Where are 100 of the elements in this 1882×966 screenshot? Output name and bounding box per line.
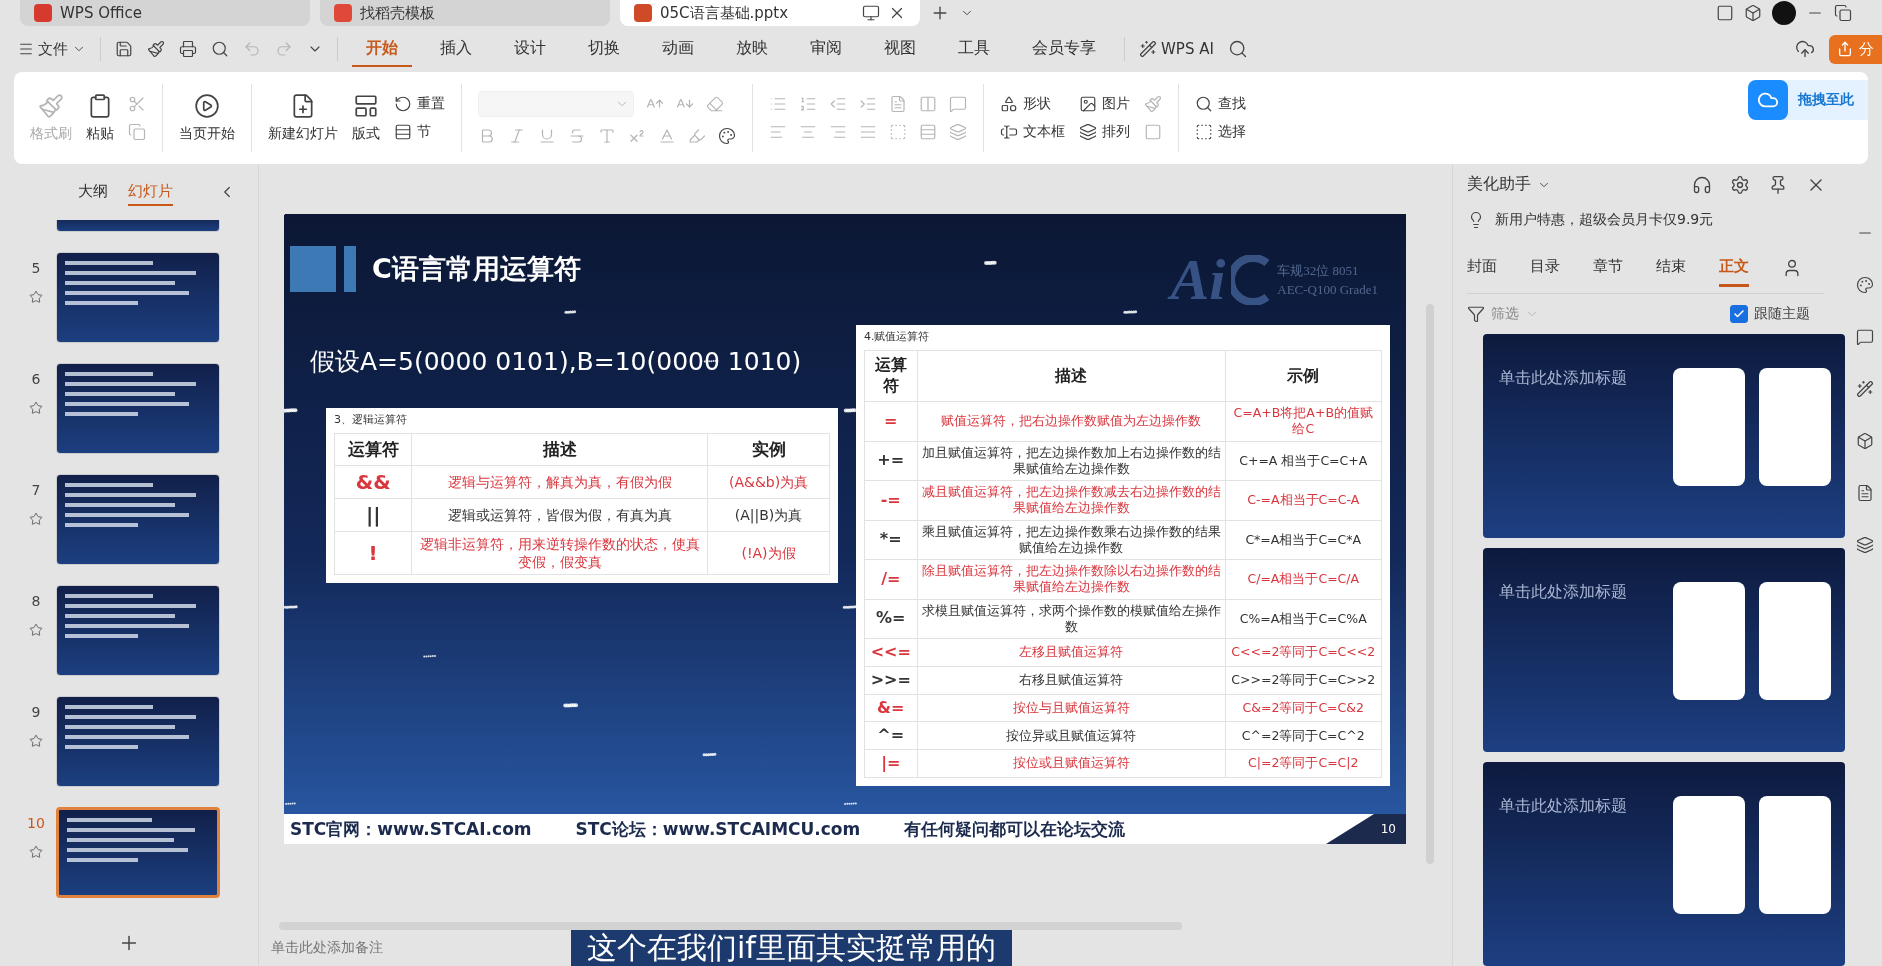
panel-tab[interactable]: 章节 bbox=[1593, 249, 1623, 288]
star-icon[interactable] bbox=[29, 401, 43, 415]
drop-zone[interactable]: 拖拽至此 bbox=[1748, 80, 1868, 120]
table-cell: && bbox=[334, 465, 412, 499]
template-title: 单击此处添加标题 bbox=[1499, 796, 1628, 817]
play-icon[interactable] bbox=[194, 93, 220, 119]
ribbon-tab[interactable]: 切换 bbox=[574, 31, 634, 67]
find-button[interactable]: 查找 bbox=[1195, 95, 1246, 113]
star-icon[interactable] bbox=[29, 290, 43, 304]
template-preview[interactable]: 单击此处添加标题 bbox=[1483, 548, 1845, 752]
find-icon[interactable] bbox=[1195, 95, 1213, 113]
ribbon-tab[interactable]: 会员专享 bbox=[1018, 31, 1110, 67]
magic-icon[interactable] bbox=[1856, 380, 1874, 398]
panel-title[interactable]: 美化助手 bbox=[1467, 174, 1551, 196]
sidebar-tab[interactable]: 幻灯片 bbox=[128, 178, 173, 206]
ribbon-tab[interactable]: 插入 bbox=[426, 31, 486, 67]
ai-button[interactable]: WPS AI bbox=[1139, 40, 1214, 58]
title-bar bbox=[344, 246, 356, 292]
new-slide-icon[interactable] bbox=[290, 93, 316, 119]
ai-icon[interactable] bbox=[1139, 40, 1157, 58]
select-button[interactable]: 选择 bbox=[1195, 123, 1246, 141]
print-icon[interactable] bbox=[179, 40, 197, 58]
new-slide-button[interactable]: 新建幻灯片 bbox=[268, 93, 338, 143]
shape-icon[interactable] bbox=[1000, 95, 1018, 113]
arrange-button[interactable]: 排列 bbox=[1079, 123, 1130, 141]
save-icon[interactable] bbox=[115, 40, 133, 58]
font-color-icon[interactable] bbox=[658, 127, 676, 145]
slide-thumbnail[interactable] bbox=[56, 363, 220, 454]
paste-icon[interactable] bbox=[87, 93, 113, 119]
sidebar-tab[interactable]: 大纲 bbox=[78, 178, 108, 206]
slide-thumbnail[interactable] bbox=[56, 696, 220, 787]
slide-number: 9 bbox=[31, 704, 41, 720]
font-field[interactable] bbox=[478, 91, 634, 117]
promo-text[interactable]: 新用户特惠，超级会员月卡仅9.9元 bbox=[1495, 210, 1714, 229]
ribbon-tab[interactable]: 视图 bbox=[870, 31, 930, 67]
file-menu[interactable]: 文件 bbox=[18, 39, 86, 59]
paste-button[interactable]: 粘贴 bbox=[86, 93, 114, 143]
window-tab[interactable]: 05C语言基础.pptx bbox=[620, 0, 920, 26]
section-icon[interactable] bbox=[394, 123, 412, 141]
star-icon[interactable] bbox=[29, 845, 43, 859]
headset-icon[interactable] bbox=[1692, 174, 1712, 195]
settings-icon[interactable] bbox=[1730, 174, 1750, 195]
slide-thumbnail[interactable] bbox=[56, 252, 220, 343]
scrollbar[interactable] bbox=[279, 922, 1182, 930]
window-tab[interactable]: 找稻壳模板 bbox=[320, 0, 610, 26]
checkbox-label[interactable]: 跟随主题 bbox=[1754, 305, 1810, 324]
monitor-icon[interactable] bbox=[862, 4, 880, 22]
textbox-icon[interactable] bbox=[1000, 123, 1018, 141]
panel-icon[interactable] bbox=[1716, 4, 1734, 22]
ribbon-tab[interactable]: 设计 bbox=[500, 31, 560, 67]
avatar[interactable] bbox=[1772, 1, 1796, 25]
slide-thumbnail[interactable] bbox=[56, 585, 220, 676]
layout-icon[interactable] bbox=[353, 93, 379, 119]
filter-icon[interactable] bbox=[1467, 305, 1485, 324]
notes-field[interactable]: 单击此处添加备注 bbox=[259, 930, 383, 966]
panel-tab[interactable]: 目录 bbox=[1530, 249, 1560, 288]
star-icon[interactable] bbox=[29, 734, 43, 748]
table-cell: C+=A 相当于C=C+A bbox=[1225, 441, 1382, 481]
panel-tab[interactable]: 封面 bbox=[1467, 249, 1497, 288]
comment-icon[interactable] bbox=[1856, 328, 1874, 346]
slide-thumbnail[interactable] bbox=[56, 474, 220, 565]
cube-icon[interactable] bbox=[1744, 4, 1762, 22]
cloud-upload-icon[interactable] bbox=[1795, 39, 1815, 59]
ribbon-tab[interactable]: 工具 bbox=[944, 31, 1004, 67]
reset-button[interactable]: 重置 bbox=[394, 95, 445, 113]
star-icon[interactable] bbox=[29, 512, 43, 526]
picture-button[interactable]: 图片 bbox=[1079, 95, 1130, 113]
cube-icon[interactable] bbox=[1856, 432, 1874, 450]
search-icon[interactable] bbox=[1227, 39, 1248, 59]
slide-thumbnail[interactable] bbox=[56, 807, 220, 898]
ribbon-tab[interactable]: 动画 bbox=[648, 31, 708, 67]
select-icon[interactable] bbox=[1195, 123, 1213, 141]
arrange-icon[interactable] bbox=[1079, 123, 1097, 141]
palette-icon[interactable] bbox=[1856, 276, 1874, 294]
document-icon[interactable] bbox=[1856, 484, 1874, 502]
preview-icon[interactable] bbox=[211, 40, 229, 58]
table-cell: *= bbox=[864, 520, 917, 560]
template-preview[interactable]: 单击此处添加标题 bbox=[1483, 334, 1845, 538]
section-button[interactable]: 节 bbox=[394, 123, 445, 141]
template-preview[interactable]: 单击此处添加标题 bbox=[1483, 762, 1845, 966]
ribbon-tab[interactable]: 审阅 bbox=[796, 31, 856, 67]
window-tab[interactable]: WPS Office bbox=[20, 0, 310, 26]
ribbon-tab[interactable]: 放映 bbox=[722, 31, 782, 67]
shape-button[interactable]: 形状 bbox=[1000, 95, 1065, 113]
star-icon[interactable] bbox=[29, 623, 43, 637]
layout-button[interactable]: 版式 bbox=[352, 93, 380, 143]
column-header: 示例 bbox=[1225, 350, 1382, 402]
restore-icon[interactable] bbox=[1834, 4, 1852, 22]
checkbox[interactable] bbox=[1730, 305, 1748, 324]
play-button[interactable]: 当页开始 bbox=[179, 93, 235, 143]
table-cell: 按位与且赋值运算符 bbox=[917, 694, 1226, 722]
textbox-button[interactable]: 文本框 bbox=[1000, 123, 1065, 141]
brush-icon[interactable] bbox=[147, 40, 165, 58]
layers-icon[interactable] bbox=[1856, 536, 1874, 554]
table-cell: C^=2等同于C=C^2 bbox=[1225, 721, 1382, 750]
reset-icon[interactable] bbox=[394, 95, 412, 113]
panel-tab[interactable]: 结束 bbox=[1656, 249, 1686, 288]
picture-icon[interactable] bbox=[1079, 95, 1097, 113]
menu-icon[interactable] bbox=[18, 41, 34, 57]
table-cell: 逻辑或运算符，皆假为假，有真为真 bbox=[411, 498, 708, 532]
